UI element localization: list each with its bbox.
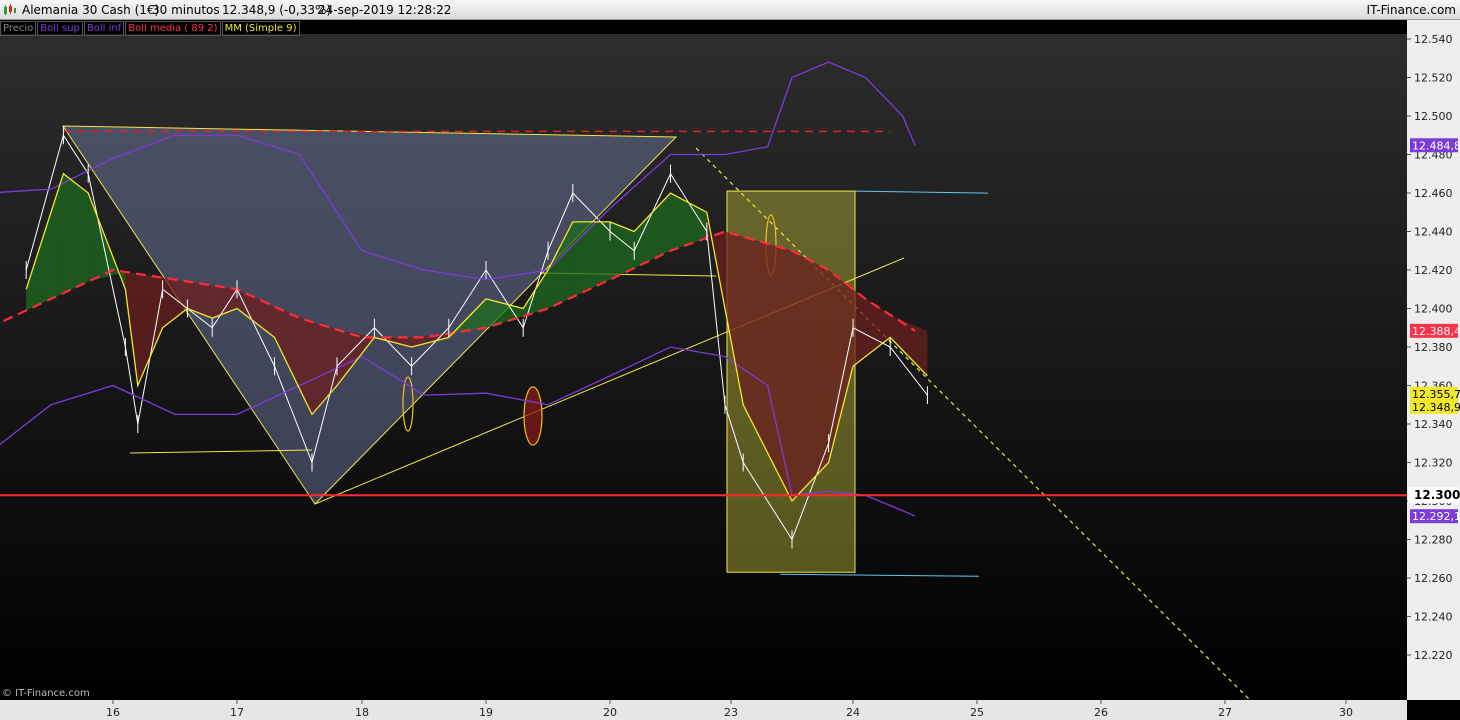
marker-ellipse (523, 386, 543, 446)
price-tag-label: 12.348,9 (1412, 401, 1460, 414)
footer-copyright: © IT-Finance.com (2, 688, 90, 699)
legend-item[interactable]: Boll inf (83, 21, 125, 36)
price-tag-label: 12.388,4 (1412, 325, 1460, 338)
ma-fill-segment (63, 173, 89, 294)
x-tick-label: 18 (355, 706, 369, 719)
y-tick-label: 12.380 (1414, 341, 1453, 354)
indicator-legend: Precio Boll sup Boll inf Boll media ( 89 2)… (0, 21, 301, 36)
price-tag-label: 12.292,1 (1412, 510, 1460, 523)
y-tick-label: 12.420 (1414, 264, 1453, 277)
y-tick-label: 12.460 (1414, 187, 1453, 200)
x-tick-label: 24 (846, 706, 860, 719)
x-tick-label: 19 (479, 706, 493, 719)
x-tick-label: 23 (724, 706, 738, 719)
y-tick-label: 12.440 (1414, 226, 1453, 239)
price-chart[interactable]: 12.220 12.240 12.260 12.280 12.300 12.320 12.3… (0, 0, 1460, 720)
y-tick-label: 12.540 (1414, 33, 1453, 46)
legend-item[interactable]: Boll sup (37, 21, 83, 36)
y-tick-label: 12.320 (1414, 457, 1453, 470)
x-tick-label: 26 (1094, 706, 1108, 719)
y-tick-label: 12.340 (1414, 418, 1453, 431)
y-tick-label: 12.520 (1414, 72, 1453, 85)
x-tick-label: 25 (970, 706, 984, 719)
x-tick-label: 20 (603, 706, 617, 719)
y-tick-label: 12.260 (1414, 572, 1453, 585)
level-label: 12.300 (1414, 488, 1460, 502)
price-tag-label: 12.355,7 (1412, 388, 1460, 401)
y-tick-label: 12.400 (1414, 303, 1453, 316)
legend-item[interactable]: Precio (0, 21, 37, 36)
x-tick-label: 16 (106, 706, 120, 719)
y-tick-label: 12.280 (1414, 534, 1453, 547)
price-tag-label: 12.484,8 (1412, 139, 1460, 152)
legend-item[interactable]: Boll media ( 89 2) (125, 21, 221, 36)
ma-fill-segment (792, 250, 829, 501)
y-tick-label: 12.240 (1414, 611, 1453, 624)
y-tick-label: 12.220 (1414, 649, 1453, 662)
x-axis-panel (0, 700, 1407, 720)
x-tick-label: 30 (1339, 706, 1353, 719)
x-tick-label: 27 (1218, 706, 1232, 719)
x-tick-label: 17 (230, 706, 244, 719)
y-tick-label: 12.500 (1414, 110, 1453, 123)
legend-item[interactable]: MM (Simple 9) (221, 21, 300, 36)
